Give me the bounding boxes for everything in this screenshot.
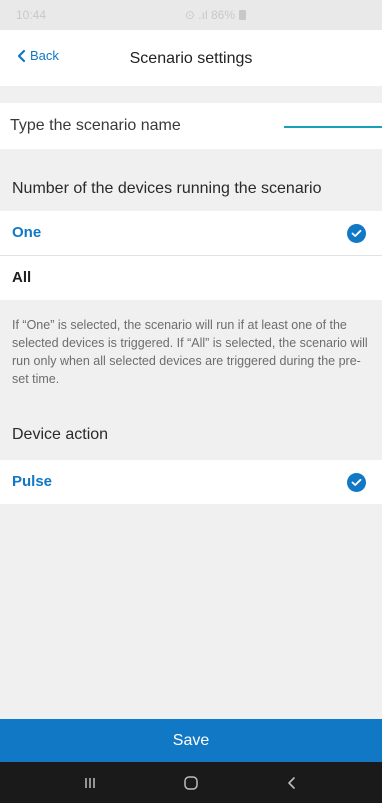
scenario-name-input[interactable] [10, 111, 280, 141]
option-one-label: One [12, 224, 42, 241]
device-action-header: Device action [12, 426, 109, 443]
page-title: Scenario settings [129, 50, 253, 67]
option-pulse-label: Pulse [12, 473, 53, 490]
option-pulse[interactable]: Pulse [0, 460, 382, 504]
devices-section-header: Number of the devices running the scenar… [12, 180, 322, 197]
navigation-bar: Back Scenario settings [0, 30, 382, 86]
recents-icon[interactable] [70, 768, 110, 798]
battery-icon [239, 10, 246, 20]
status-bar: 10:44 ⊙ .ıl 86% [0, 0, 382, 30]
status-time: 10:44 [16, 8, 47, 22]
android-navigation-bar [0, 762, 382, 803]
status-signal-text: ⊙ .ıl 86% [184, 8, 235, 22]
status-indicators: ⊙ .ıl 86% [185, 8, 246, 22]
save-button[interactable]: Save [0, 719, 382, 762]
option-one[interactable]: One [0, 211, 382, 255]
option-all-label: All [12, 269, 32, 286]
devices-help-text: If “One” is selected, the scenario will … [12, 318, 368, 386]
check-circle-icon [347, 224, 366, 243]
scenario-settings-screen: 10:44 ⊙ .ıl 86% Back Scenario settings N… [0, 0, 382, 803]
check-circle-icon [347, 473, 366, 492]
home-icon[interactable] [171, 768, 211, 798]
back-icon[interactable] [272, 768, 312, 798]
input-underline [284, 126, 382, 128]
option-all[interactable]: All [0, 256, 382, 300]
